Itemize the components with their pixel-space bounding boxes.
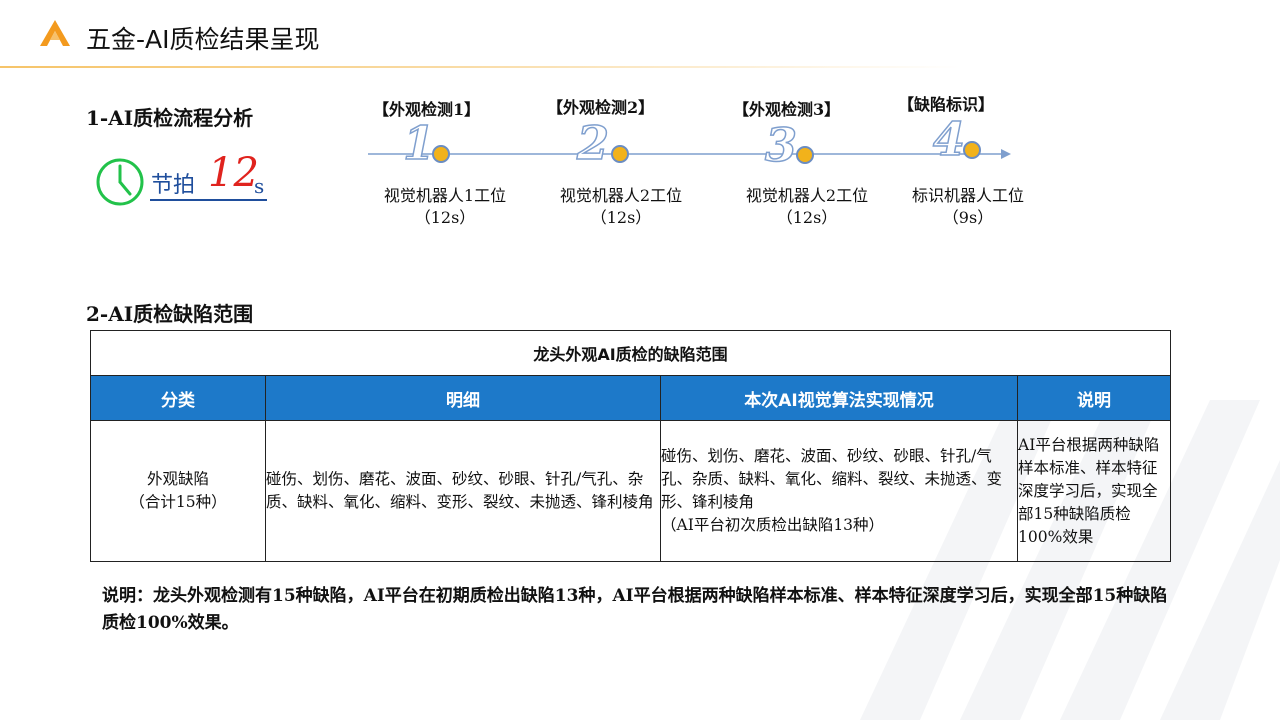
step-1-station-name: 视觉机器人1工位	[383, 186, 507, 205]
step-3-time: （12s）	[776, 208, 838, 227]
step-4-number: 4	[932, 111, 966, 167]
takt-label: 节拍	[151, 173, 196, 198]
column-header-category: 分类	[90, 375, 266, 421]
step-2-label: 【外观检测2】	[547, 98, 655, 117]
takt-unit: s	[254, 174, 265, 198]
page-title: 五金-AI质检结果呈现	[86, 25, 320, 54]
step-2-station: 视觉机器人2工位 （12s）	[541, 185, 701, 229]
takt-value: 12	[208, 150, 259, 196]
defect-scope-table: 龙头外观AI质检的缺陷范围 分类 明细 本次AI视觉算法实现情况 说明 外观缺陷…	[89, 330, 1172, 562]
cell-detail: 碰伤、划伤、磨花、波面、砂纹、砂眼、针孔/气孔、杂质、缺料、氧化、缩料、变形、裂…	[265, 420, 661, 562]
step-3-station: 视觉机器人2工位 （12s）	[727, 185, 887, 229]
step-4-marker	[963, 141, 981, 159]
category-count: （合计15种）	[129, 493, 227, 511]
step-3-label: 【外观检测3】	[733, 100, 841, 119]
column-header-explanation: 说明	[1016, 375, 1172, 421]
step-1-station: 视觉机器人1工位 （12s）	[365, 185, 525, 229]
cell-ai-result: 碰伤、划伤、磨花、波面、砂纹、砂眼、针孔/气孔、杂质、缺料、氧化、缩料、裂纹、未…	[660, 420, 1018, 562]
section1-heading: 1-AI质检流程分析	[86, 106, 254, 130]
table-header-row: 分类 明细 本次AI视觉算法实现情况 说明	[90, 375, 1172, 421]
header-divider	[0, 66, 1280, 68]
step-3-number: 3	[764, 117, 798, 173]
ai-result-text: 碰伤、划伤、磨花、波面、砂纹、砂眼、针孔/气孔、杂质、缺料、氧化、缩料、裂纹、未…	[661, 447, 1003, 511]
step-4-station: 标识机器人工位 （9s）	[888, 185, 1048, 229]
header: 五金-AI质检结果呈现	[0, 0, 1280, 70]
step-2-station-name: 视觉机器人2工位	[559, 186, 683, 205]
step-2-marker	[611, 145, 629, 163]
ai-result-note: （AI平台初次质检出缺陷13种）	[661, 516, 885, 534]
table-row: 外观缺陷 （合计15种） 碰伤、划伤、磨花、波面、砂纹、砂眼、针孔/气孔、杂质、…	[90, 420, 1172, 562]
step-1-time: （12s）	[414, 208, 476, 227]
process-flow: 【外观检测1】 1 视觉机器人1工位 （12s） 【外观检测2】 2 视觉机器人…	[365, 88, 1025, 238]
column-header-detail: 明细	[265, 375, 661, 421]
step-3-station-name: 视觉机器人2工位	[745, 186, 869, 205]
brand-logo-icon	[40, 20, 70, 46]
footnote: 说明：龙头外观检测有15种缺陷，AI平台在初期质检出缺陷13种，AI平台根据两种…	[102, 586, 1168, 633]
step-1-number: 1	[402, 115, 436, 171]
step-1-marker	[432, 145, 450, 163]
cell-category: 外观缺陷 （合计15种）	[90, 420, 266, 562]
section2-heading: 2-AI质检缺陷范围	[86, 302, 254, 326]
step-4-station-name: 标识机器人工位	[911, 186, 1024, 205]
table-title: 龙头外观AI质检的缺陷范围	[89, 330, 1172, 376]
step-2-number: 2	[576, 115, 610, 171]
category-name: 外观缺陷	[146, 470, 209, 488]
step-4-time: （9s）	[942, 208, 994, 227]
step-2-time: （12s）	[590, 208, 652, 227]
takt-underline	[150, 199, 267, 201]
column-header-ai-result: 本次AI视觉算法实现情况	[660, 375, 1018, 421]
step-3-marker	[796, 146, 814, 164]
cell-explanation: AI平台根据两种缺陷样本标准、样本特征深度学习后，实现全部15种缺陷质检100%…	[1016, 420, 1172, 562]
clock-icon	[96, 158, 144, 206]
